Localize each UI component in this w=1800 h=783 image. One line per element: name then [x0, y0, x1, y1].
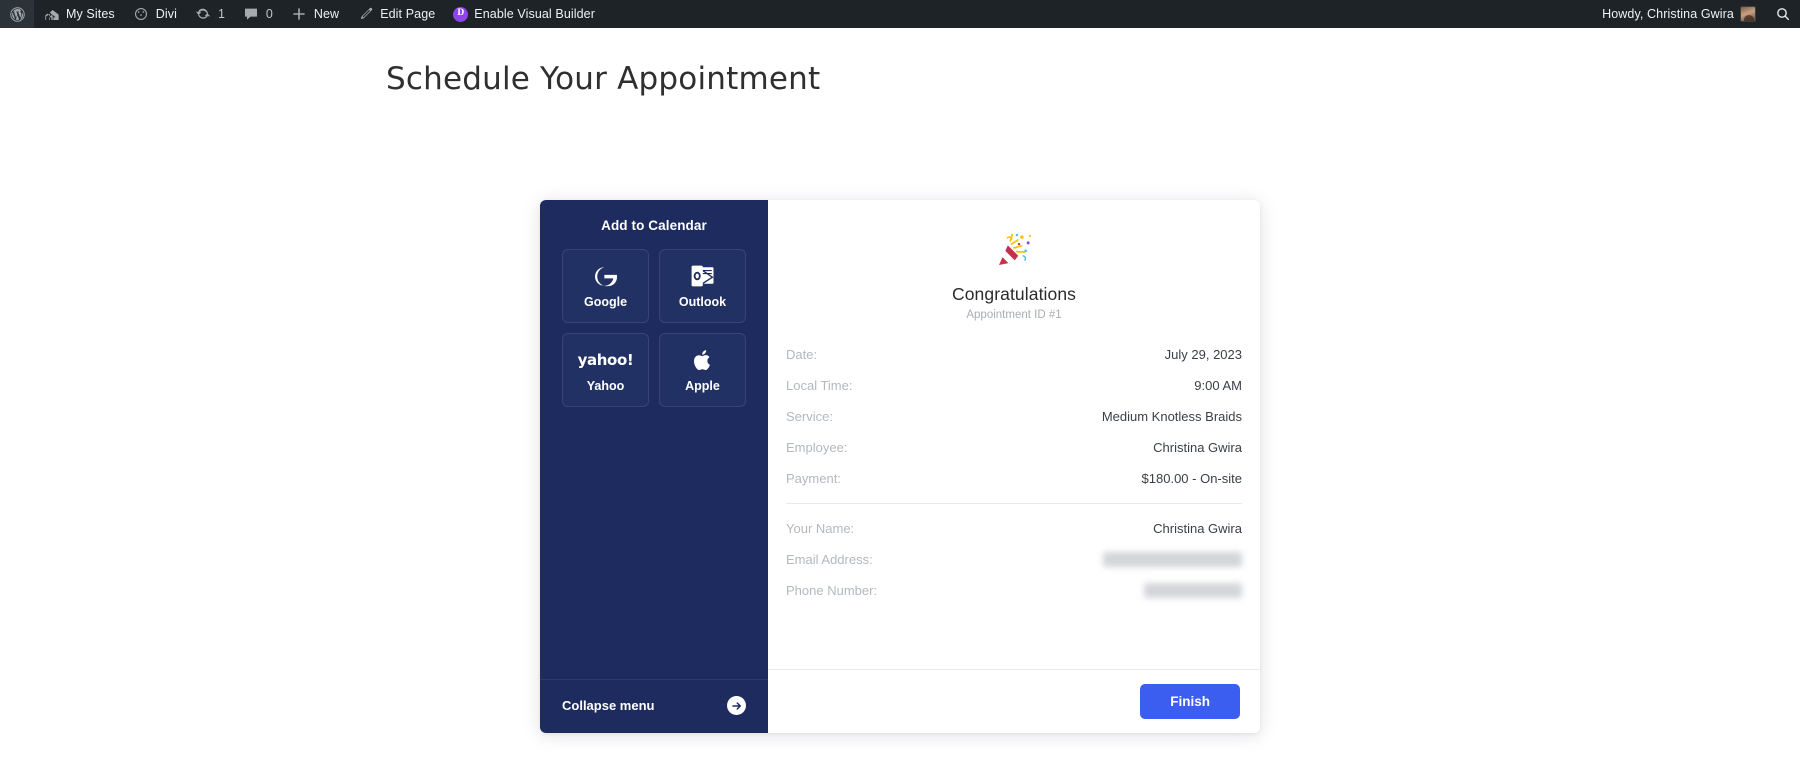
detail-label-payment: Payment: — [786, 471, 841, 487]
appointment-id: Appointment ID #1 — [966, 309, 1062, 322]
yahoo-icon: yahoo! — [578, 347, 634, 373]
outlook-label: Outlook — [678, 295, 727, 310]
avatar — [1740, 6, 1756, 22]
admin-bar-item-enable-visual-builder[interactable]: D Enable Visual Builder — [444, 0, 604, 28]
admin-bar-item-comments[interactable]: 0 — [234, 0, 282, 28]
admin-bar-right-group: Howdy, Christina Gwira — [1593, 0, 1800, 28]
arrow-right-circle-icon — [727, 696, 746, 715]
admin-bar-label-enable-visual-builder: Enable Visual Builder — [474, 6, 595, 21]
confirmation-body: Congratulations Appointment ID #1 Date: … — [768, 200, 1260, 669]
add-to-yahoo-calendar-button[interactable]: yahoo! Yahoo — [562, 333, 649, 407]
pencil-icon — [357, 6, 374, 23]
outlook-icon — [690, 263, 716, 289]
comments-icon — [243, 6, 260, 23]
search-icon — [1774, 6, 1791, 23]
page-content: Schedule Your Appointment Add to Calenda… — [0, 28, 1800, 783]
admin-bar-label-edit-page: Edit Page — [380, 6, 436, 21]
google-label: Google — [583, 295, 628, 310]
admin-bar-item-divi[interactable]: Divi — [124, 0, 186, 28]
admin-bar-item-edit-page[interactable]: Edit Page — [348, 0, 444, 28]
my-sites-icon — [43, 6, 60, 23]
yahoo-label: Yahoo — [586, 379, 625, 394]
confirmation-title: Congratulations — [951, 284, 1077, 305]
add-to-apple-calendar-button[interactable]: Apple — [659, 333, 746, 407]
booking-widget: Add to Calendar Google Outlook yahoo! Ya… — [540, 200, 1260, 733]
detail-label-date: Date: — [786, 347, 818, 363]
wordpress-logo-icon — [9, 6, 26, 23]
admin-bar-item-new[interactable]: New — [282, 0, 348, 28]
detail-row: Your Name: Christina Gwira — [786, 513, 1242, 544]
admin-bar-label-divi: Divi — [155, 6, 177, 21]
admin-bar-comments-count: 0 — [265, 6, 273, 21]
detail-row: Service: Medium Knotless Braids — [786, 401, 1242, 432]
page-title: Schedule Your Appointment — [386, 61, 821, 97]
detail-value-payment: $180.00 - On-site — [1141, 471, 1242, 487]
add-to-outlook-calendar-button[interactable]: Outlook — [659, 249, 746, 323]
google-icon — [593, 263, 618, 289]
divi-badge-icon: D — [453, 6, 469, 22]
wp-admin-bar: My Sites Divi 1 0 New Edit Page D Enable… — [0, 0, 1800, 28]
howdy-label: Howdy, Christina Gwira — [1602, 6, 1734, 21]
collapse-menu-label: Collapse menu — [562, 698, 655, 713]
detail-value-date: July 29, 2023 — [1164, 347, 1242, 363]
admin-bar-left-group: My Sites Divi 1 0 New Edit Page D Enable… — [0, 0, 604, 28]
booking-sidebar: Add to Calendar Google Outlook yahoo! Ya… — [540, 200, 768, 733]
calendar-buttons-grid: Google Outlook yahoo! Yahoo Apple — [562, 249, 746, 407]
confirmation-header: Congratulations Appointment ID #1 — [784, 230, 1244, 321]
detail-value-your-name: Christina Gwira — [1153, 521, 1242, 537]
admin-bar-label-new: New — [313, 6, 340, 21]
detail-row: Phone Number: +1 000 000 0000 — [786, 575, 1242, 606]
detail-label-employee: Employee: — [786, 440, 848, 456]
add-to-google-calendar-button[interactable]: Google — [562, 249, 649, 323]
finish-button[interactable]: Finish — [1140, 683, 1240, 719]
detail-value-employee: Christina Gwira — [1153, 440, 1242, 456]
detail-value-email-address: christina@example.com — [1103, 552, 1242, 568]
appointment-details-list: Date: July 29, 2023 Local Time: 9:00 AM … — [784, 339, 1244, 606]
detail-label-phone-number: Phone Number: — [786, 583, 878, 599]
detail-row: Date: July 29, 2023 — [786, 339, 1242, 370]
updates-icon — [195, 6, 212, 23]
apple-label: Apple — [685, 379, 720, 394]
admin-bar-label-my-sites: My Sites — [66, 6, 115, 21]
divi-icon — [133, 6, 150, 23]
admin-bar-item-updates[interactable]: 1 — [186, 0, 234, 28]
admin-bar-updates-count: 1 — [217, 6, 225, 21]
wordpress-logo-button[interactable] — [0, 0, 34, 28]
admin-bar-item-search[interactable] — [1765, 0, 1800, 28]
detail-label-local-time: Local Time: — [786, 378, 853, 394]
confirmation-panel: Congratulations Appointment ID #1 Date: … — [768, 200, 1260, 733]
confirmation-footer: Finish — [768, 668, 1260, 734]
yahoo-wordmark: yahoo! — [577, 350, 634, 369]
details-divider — [786, 503, 1242, 505]
party-popper-icon — [784, 230, 1244, 278]
admin-bar-item-my-sites[interactable]: My Sites — [34, 0, 124, 28]
detail-label-service: Service: — [786, 409, 833, 425]
detail-label-email-address: Email Address: — [786, 552, 873, 568]
detail-label-your-name: Your Name: — [786, 521, 855, 537]
detail-value-local-time: 9:00 AM — [1194, 378, 1242, 394]
detail-row: Email Address: christina@example.com — [786, 544, 1242, 575]
detail-row: Local Time: 9:00 AM — [786, 370, 1242, 401]
detail-value-service: Medium Knotless Braids — [1101, 409, 1242, 425]
detail-row: Payment: $180.00 - On-site — [786, 463, 1242, 494]
collapse-menu-button[interactable]: Collapse menu — [540, 679, 768, 733]
apple-icon — [692, 347, 714, 373]
plus-icon — [291, 6, 308, 23]
admin-bar-item-howdy[interactable]: Howdy, Christina Gwira — [1593, 0, 1765, 28]
detail-row: Employee: Christina Gwira — [786, 432, 1242, 463]
detail-value-phone-number: +1 000 000 0000 — [1144, 583, 1242, 599]
add-to-calendar-heading: Add to Calendar — [601, 218, 707, 233]
